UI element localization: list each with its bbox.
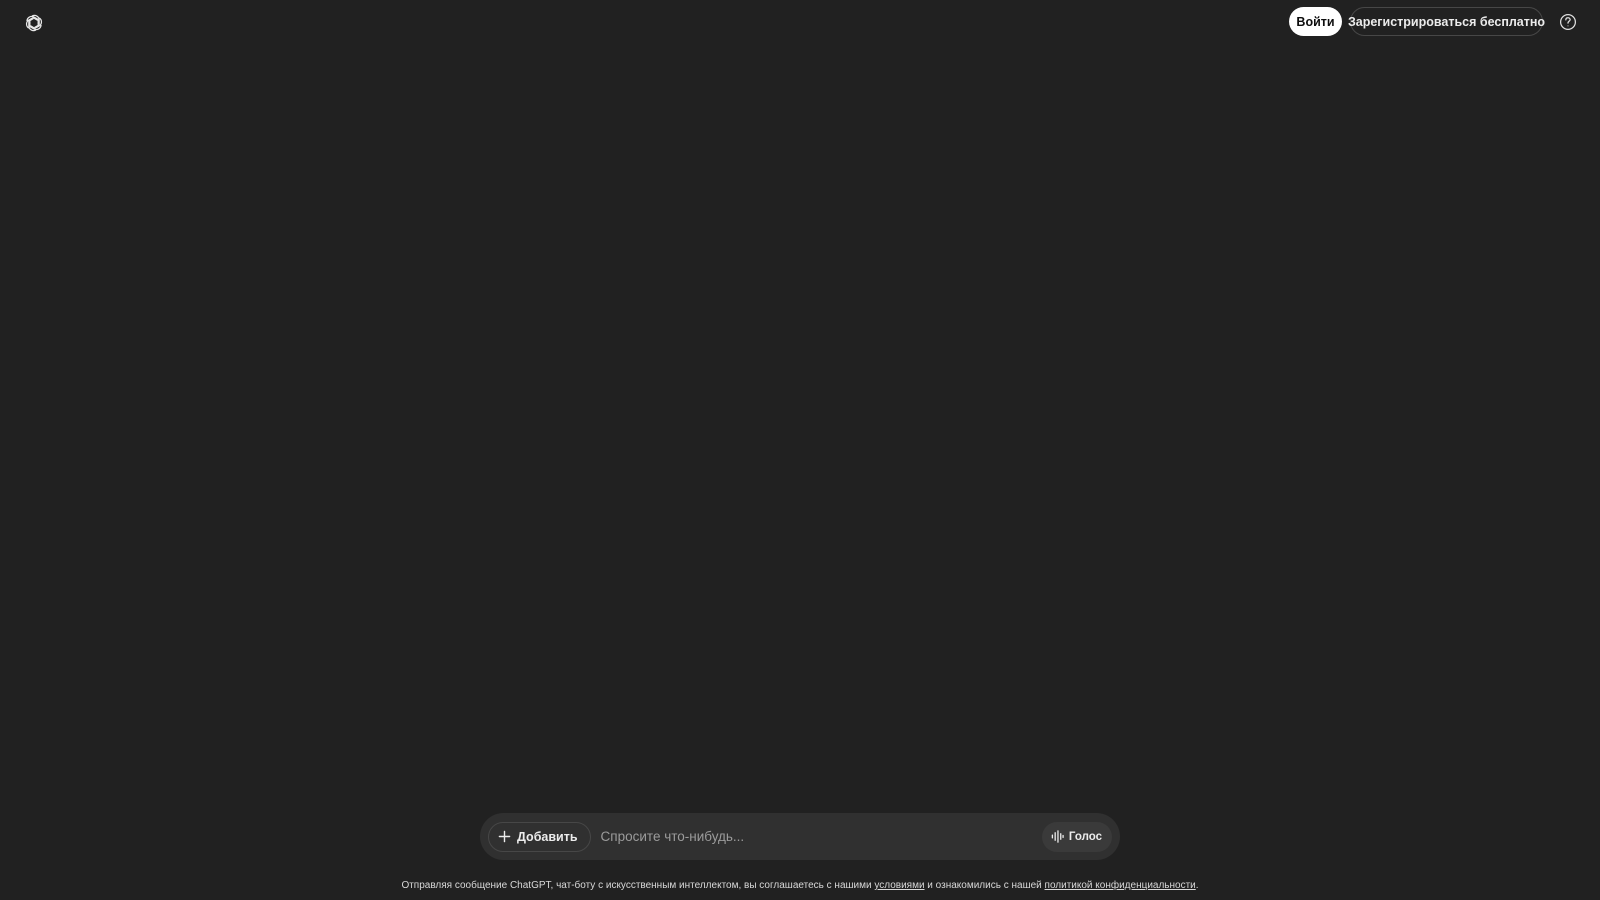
disclaimer-text-suffix: . <box>1195 880 1199 891</box>
disclaimer-text-middle: и ознакомились с нашей <box>924 880 1045 891</box>
add-attachment-button[interactable]: Добавить <box>488 821 591 852</box>
help-icon[interactable] <box>1553 7 1582 36</box>
add-button-label: Добавить <box>517 829 578 844</box>
legal-disclaimer: Отправляя сообщение ChatGPT, чат-боту с … <box>0 880 1600 891</box>
voice-wave-icon <box>1051 830 1064 843</box>
chat-composer: Добавить Голос <box>480 813 1120 860</box>
terms-link[interactable]: условиями <box>874 880 924 891</box>
signup-button[interactable]: Зарегистрироваться бесплатно <box>1348 7 1545 36</box>
voice-button[interactable]: Голос <box>1041 821 1112 852</box>
privacy-policy-link[interactable]: политикой конфиденциальности <box>1045 880 1196 891</box>
voice-button-label: Голос <box>1068 830 1102 843</box>
login-button[interactable]: Войти <box>1289 7 1342 36</box>
prompt-input[interactable] <box>590 821 1042 852</box>
disclaimer-text-prefix: Отправляя сообщение ChatGPT, чат-боту с … <box>401 880 875 891</box>
page: Войти Зарегистрироваться бесплатно Добав… <box>0 0 1600 900</box>
plus-icon <box>498 830 511 843</box>
openai-logo-icon[interactable] <box>22 11 46 35</box>
header-actions: Войти Зарегистрироваться бесплатно <box>1289 7 1582 36</box>
